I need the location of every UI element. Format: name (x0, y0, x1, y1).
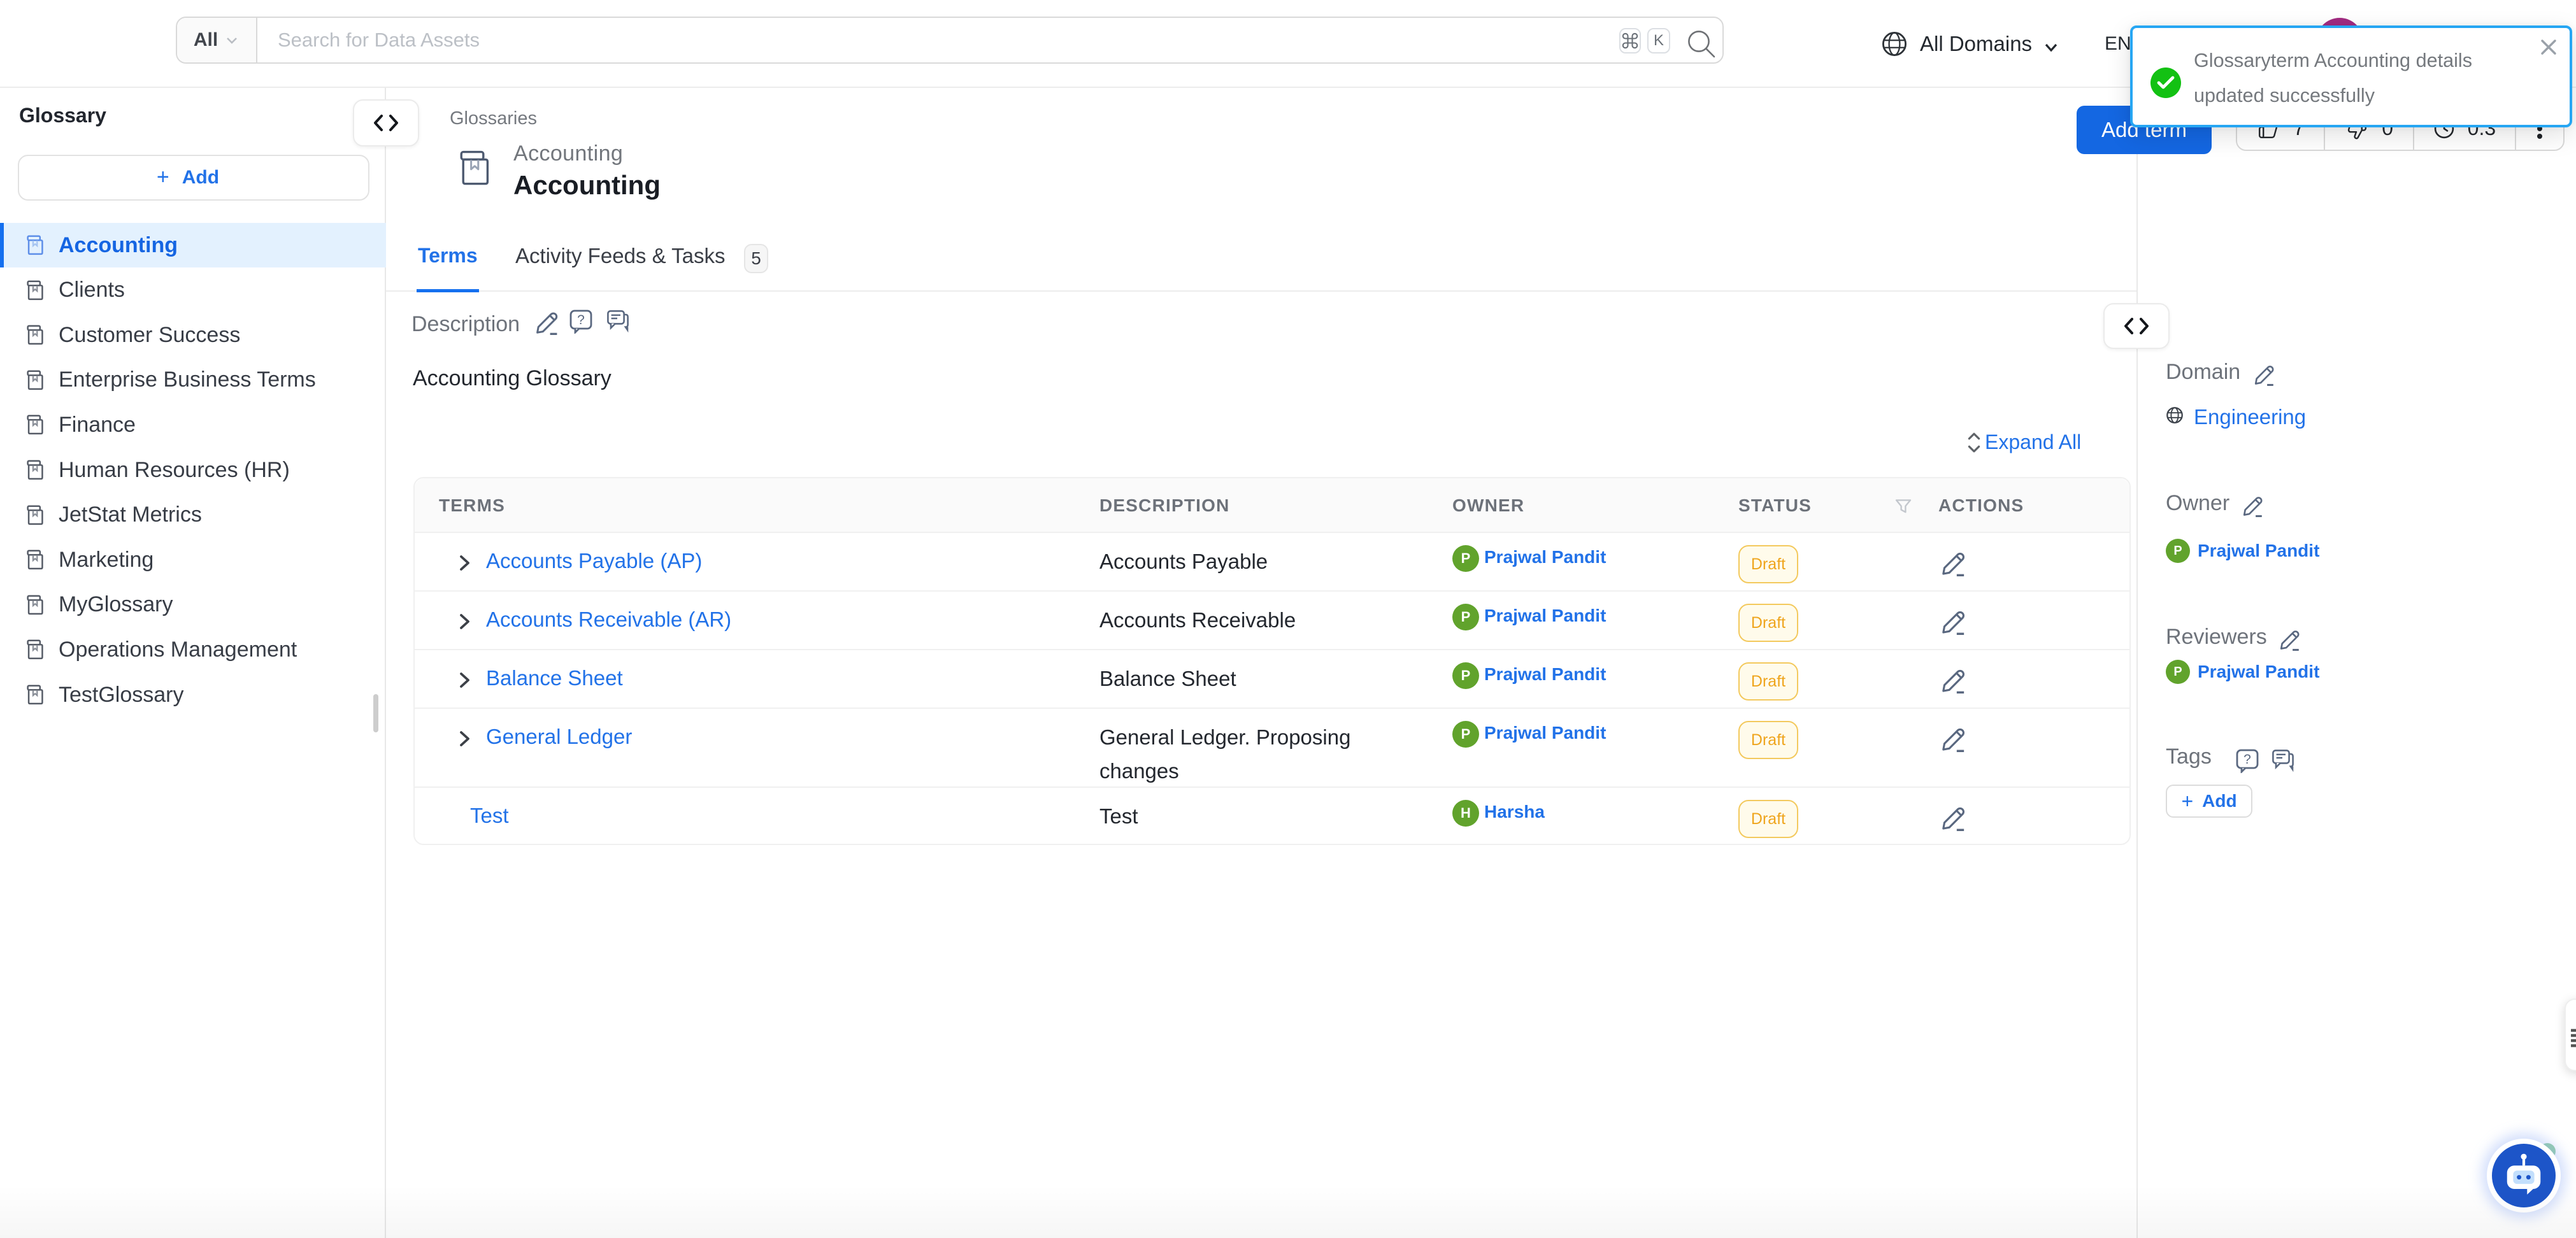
svg-text:?: ? (577, 313, 585, 327)
svg-text:?: ? (2243, 752, 2251, 767)
